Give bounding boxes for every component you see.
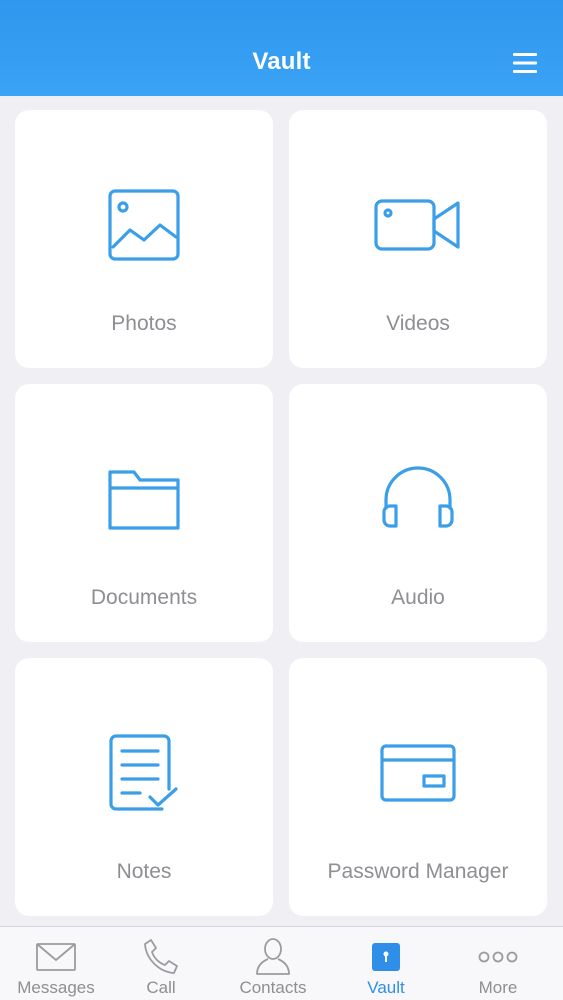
vault-lock-icon xyxy=(372,943,400,971)
video-camera-icon xyxy=(374,199,460,251)
card-icon xyxy=(380,744,456,802)
tab-label: More xyxy=(478,978,518,997)
tab-vault[interactable]: Vault xyxy=(330,927,442,1000)
tab-label: Contacts xyxy=(239,978,307,997)
tile-password-manager[interactable]: Password Manager xyxy=(289,658,547,916)
tile-notes[interactable]: Notes xyxy=(15,658,273,916)
tab-label: Call xyxy=(146,978,176,997)
tab-messages[interactable]: Messages xyxy=(0,927,112,1000)
tab-more[interactable]: More xyxy=(442,927,554,1000)
menu-button[interactable] xyxy=(507,48,543,78)
header-bar: Vault xyxy=(0,0,563,96)
bottom-tab-bar: Messages Call Contacts Vault More xyxy=(0,926,563,1000)
vault-category-grid: Photos Videos Documents Audio Notes Pass… xyxy=(0,96,563,926)
page-title: Vault xyxy=(252,48,311,75)
tab-label: Vault xyxy=(367,978,405,997)
folder-icon xyxy=(108,470,180,530)
tile-label: Videos xyxy=(386,312,450,335)
tab-call[interactable]: Call xyxy=(105,927,217,1000)
tile-label: Password Manager xyxy=(327,860,509,883)
tab-label: Messages xyxy=(17,978,95,997)
note-check-icon xyxy=(109,734,178,811)
envelope-icon xyxy=(36,943,76,971)
tile-audio[interactable]: Audio xyxy=(289,384,547,642)
tile-label: Photos xyxy=(111,312,177,335)
tile-label: Audio xyxy=(391,586,445,609)
tile-photos[interactable]: Photos xyxy=(15,110,273,368)
headphones-icon xyxy=(382,466,454,528)
tab-contacts[interactable]: Contacts xyxy=(217,927,329,1000)
hamburger-menu-icon xyxy=(513,53,537,73)
tile-label: Documents xyxy=(90,586,198,609)
more-dots-icon xyxy=(478,951,518,963)
tile-documents[interactable]: Documents xyxy=(15,384,273,642)
photo-icon xyxy=(108,189,180,261)
tile-videos[interactable]: Videos xyxy=(289,110,547,368)
tile-label: Notes xyxy=(116,860,172,883)
person-icon xyxy=(256,938,290,975)
phone-icon xyxy=(144,939,178,974)
